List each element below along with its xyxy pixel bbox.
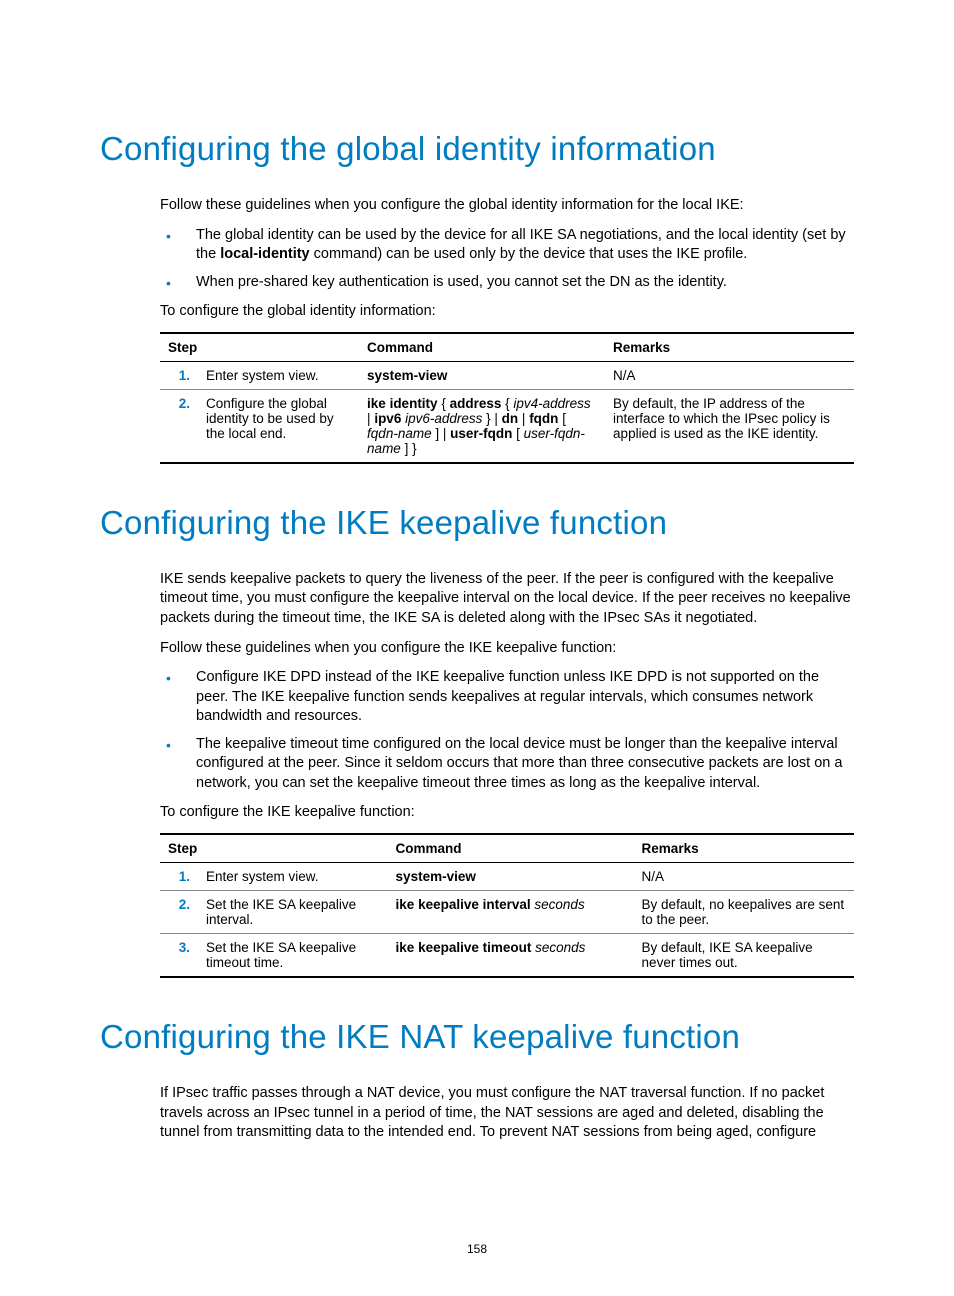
remarks-cell: By default, IKE SA keepalive never times…	[634, 934, 854, 978]
step-description: Set the IKE SA keepalive timeout time.	[198, 934, 388, 978]
step-number: 2.	[160, 389, 198, 463]
th-remarks: Remarks	[634, 834, 854, 863]
command-cell: ike keepalive timeout seconds	[388, 934, 634, 978]
step-number: 1.	[160, 361, 198, 389]
paragraph: Follow these guidelines when you configu…	[100, 196, 854, 216]
th-remarks: Remarks	[605, 333, 854, 362]
th-command: Command	[388, 834, 634, 863]
command-cell: system-view	[388, 863, 634, 891]
remarks-cell: N/A	[634, 863, 854, 891]
remarks-cell: By default, no keepalives are sent to th…	[634, 891, 854, 934]
command-cell: ike keepalive interval seconds	[388, 891, 634, 934]
paragraph: If IPsec traffic passes through a NAT de…	[100, 1084, 854, 1143]
table-row: 1.Enter system view.system-viewN/A	[160, 863, 854, 891]
paragraph: To configure the global identity informa…	[100, 302, 854, 322]
command-cell: ike identity { address { ipv4-address | …	[359, 389, 605, 463]
bullet-list: The global identity can be used by the d…	[100, 226, 854, 293]
table-row: 3.Set the IKE SA keepalive timeout time.…	[160, 934, 854, 978]
remarks-cell: N/A	[605, 361, 854, 389]
paragraph: IKE sends keepalive packets to query the…	[100, 570, 854, 629]
th-step: Step	[160, 333, 359, 362]
table-row: 2.Set the IKE SA keepalive interval.ike …	[160, 891, 854, 934]
step-number: 1.	[160, 863, 198, 891]
document-page: Configuring the global identity informat…	[0, 0, 954, 1296]
paragraph: Follow these guidelines when you configu…	[100, 639, 854, 659]
bullet-list: Configure IKE DPD instead of the IKE kee…	[100, 668, 854, 793]
th-command: Command	[359, 333, 605, 362]
section-heading: Configuring the IKE NAT keepalive functi…	[100, 1018, 854, 1056]
step-number: 2.	[160, 891, 198, 934]
section-heading: Configuring the global identity informat…	[100, 130, 854, 168]
command-table: Step Command Remarks 1.Enter system view…	[160, 833, 854, 978]
step-description: Enter system view.	[198, 863, 388, 891]
section-heading: Configuring the IKE keepalive function	[100, 504, 854, 542]
step-description: Enter system view.	[198, 361, 359, 389]
remarks-cell: By default, the IP address of the interf…	[605, 389, 854, 463]
th-step: Step	[160, 834, 388, 863]
step-description: Configure the global identity to be used…	[198, 389, 359, 463]
paragraph: To configure the IKE keepalive function:	[100, 803, 854, 823]
command-table: Step Command Remarks 1.Enter system view…	[160, 332, 854, 464]
table-body: 1.Enter system view.system-viewN/A2.Set …	[160, 863, 854, 978]
table-row: 2.Configure the global identity to be us…	[160, 389, 854, 463]
page-number: 158	[0, 1242, 954, 1256]
table-row: 1.Enter system view.system-viewN/A	[160, 361, 854, 389]
step-number: 3.	[160, 934, 198, 978]
list-item: Configure IKE DPD instead of the IKE kee…	[160, 668, 854, 727]
step-description: Set the IKE SA keepalive interval.	[198, 891, 388, 934]
table-body: 1.Enter system view.system-viewN/A2.Conf…	[160, 361, 854, 463]
list-item: When pre-shared key authentication is us…	[160, 273, 854, 293]
list-item: The keepalive timeout time configured on…	[160, 735, 854, 794]
list-item: The global identity can be used by the d…	[160, 226, 854, 265]
command-cell: system-view	[359, 361, 605, 389]
